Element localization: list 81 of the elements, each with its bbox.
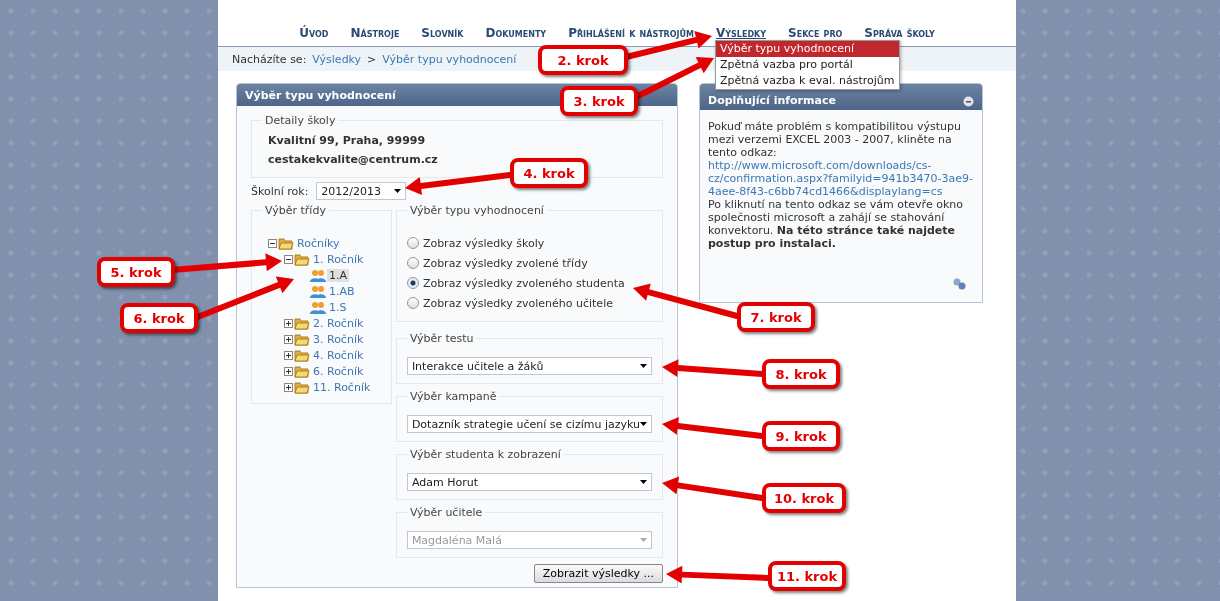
- school-year-select[interactable]: 2012/2013: [316, 182, 407, 200]
- dropdown-caret-icon: [394, 189, 402, 193]
- group-legend: Výběr učitele: [406, 506, 486, 519]
- tree-node[interactable]: 1.A: [327, 268, 350, 282]
- radio-option[interactable]: Zobraz výsledky zvolené třídy: [406, 253, 652, 273]
- collapse-icon[interactable]: [284, 254, 293, 264]
- group-legend: Výběr kampaně: [406, 390, 500, 403]
- panel-title: Doplňující informace: [708, 94, 836, 107]
- expand-icon[interactable]: [284, 366, 293, 376]
- breadcrumb-link[interactable]: Výsledky: [312, 52, 362, 66]
- group-legend: Výběr typu vyhodnocení: [406, 204, 547, 217]
- step-callout: 9. krok: [762, 421, 840, 451]
- school-detail: cestakekvalite@centrum.cz: [268, 152, 439, 168]
- nav-link[interactable]: Dokumenty: [485, 26, 547, 40]
- folder-icon: [294, 252, 310, 266]
- links-icon: [953, 278, 966, 290]
- dropdown-caret-icon: [640, 364, 647, 368]
- expand-icon[interactable]: [284, 382, 293, 392]
- step-callout: 10. krok: [762, 483, 846, 513]
- nav-link[interactable]: Nástroje: [350, 26, 400, 40]
- folder-icon: [294, 332, 310, 346]
- step-callout: 2. krok: [538, 45, 628, 75]
- menu-item[interactable]: Zpětná vazba pro portál: [716, 57, 899, 73]
- nav-link[interactable]: Výsledky: [716, 26, 767, 40]
- info-paragraph: Pokuď máte problém s kompatibilitou výstupu mezi verzemi EXCEL 2003 - 2007, kliněte na tento odkaz: http://www.microsoft.com/downloads/cs-cz/confirmation.aspx?familyid=941b3470-3ae9-4aee-8f43-c6bb74cd1466&displaylang=cs Po kliknutí na tento odkaz se vám otevře okno společnosti microsoft a zahájí se stahování konvektoru. Na této stránce také najdete postup pro instalaci.: [707, 119, 975, 252]
- dropdown-select[interactable]: Interakce učitele a žáků: [406, 357, 652, 375]
- tree-node[interactable]: Ročníky: [295, 236, 342, 250]
- radio-option[interactable]: Zobraz výsledky zvoleného učitele: [406, 293, 652, 313]
- folder-icon: [294, 364, 310, 378]
- breadcrumb-separator: >: [367, 52, 377, 66]
- collapse-icon[interactable]: [963, 96, 974, 107]
- download-link[interactable]: http://www.microsoft.com/downloads/cs-cz/confirmation.aspx?familyid=941b3470-3ae9-4aee-8f43-c6bb74cd1466&displaylang=cs: [708, 159, 974, 198]
- tree-node[interactable]: 1.AB: [327, 284, 357, 298]
- tree-node[interactable]: 6. Ročník: [311, 364, 366, 378]
- radio-option[interactable]: Zobraz výsledky zvoleného studenta: [406, 273, 652, 293]
- step-callout: 4. krok: [510, 158, 588, 188]
- group-legend: Detaily školy: [262, 114, 339, 127]
- tree-node[interactable]: 11. Ročník: [311, 380, 373, 394]
- breadcrumb-label: Nacházíte se:: [232, 52, 307, 66]
- step-callout: 3. krok: [560, 86, 638, 116]
- users-icon: [310, 268, 326, 282]
- step-callout: 6. krok: [120, 303, 198, 333]
- nav-link[interactable]: Sekce pro: [788, 26, 843, 40]
- field-label: Školní rok:: [251, 184, 309, 198]
- expand-icon[interactable]: [284, 318, 293, 328]
- step-callout: 5. krok: [97, 257, 175, 287]
- folder-icon: [294, 348, 310, 362]
- dropdown-caret-icon: [640, 422, 647, 426]
- group-legend: Výběr testu: [406, 332, 477, 345]
- folder-icon: [294, 316, 310, 330]
- radio-option[interactable]: Zobraz výsledky školy: [406, 233, 652, 253]
- expand-icon[interactable]: [284, 350, 293, 360]
- dropdown-select[interactable]: Dotazník strategie učení se cizímu jazyku: [406, 415, 652, 433]
- show-results-button[interactable]: Zobrazit výsledky ...: [533, 564, 663, 583]
- menu-item[interactable]: Zpětná vazba k eval. nástrojům: [716, 73, 899, 89]
- tree-node[interactable]: 3. Ročník: [311, 332, 366, 346]
- tree-node[interactable]: 1.S: [327, 300, 349, 314]
- expand-icon[interactable]: [284, 334, 293, 344]
- tree-node[interactable]: 2. Ročník: [311, 316, 366, 330]
- nav-link[interactable]: Přihlášení k nástrojům: [568, 26, 694, 40]
- menu-item[interactable]: Výběr typu vyhodnocení: [716, 41, 899, 57]
- group-legend: Výběr třídy: [262, 204, 329, 217]
- dropdown-caret-icon: [640, 538, 647, 542]
- step-callout: 8. krok: [762, 359, 840, 389]
- group-legend: Výběr studenta k zobrazení: [406, 448, 564, 461]
- folder-icon: [278, 236, 294, 250]
- nav-link[interactable]: Slovník: [421, 26, 464, 40]
- nav-link[interactable]: Správa školy: [864, 26, 935, 40]
- folder-icon: [294, 380, 310, 394]
- users-icon: [310, 300, 326, 314]
- nav-link[interactable]: Úvod: [299, 26, 329, 40]
- users-icon: [310, 284, 326, 298]
- step-callout: 7. krok: [737, 302, 815, 332]
- collapse-icon[interactable]: [268, 238, 277, 248]
- step-callout: 11. krok: [768, 561, 846, 591]
- dropdown-select[interactable]: Adam Horut: [406, 473, 652, 491]
- tree-node[interactable]: 4. Ročník: [311, 348, 366, 362]
- tree-node[interactable]: 1. Ročník: [311, 252, 366, 266]
- breadcrumb-link[interactable]: Výběr typu vyhodnocení: [382, 52, 517, 66]
- dropdown-caret-icon: [640, 480, 647, 484]
- school-detail: Kvalitní 99, Praha, 99999: [268, 133, 427, 149]
